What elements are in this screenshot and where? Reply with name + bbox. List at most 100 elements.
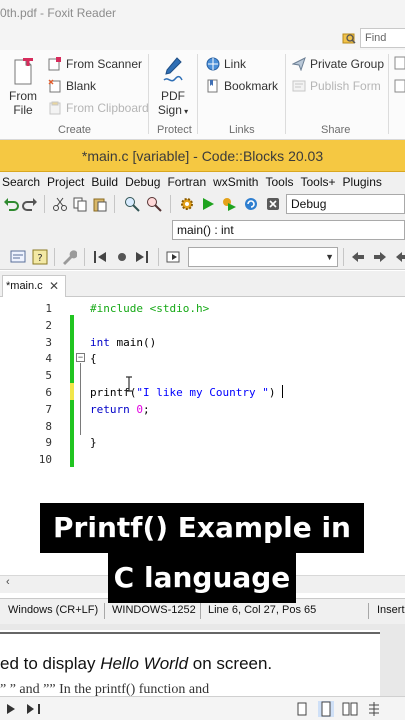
fold-toggle-icon[interactable]: − — [76, 353, 85, 362]
bookmark-dot-icon[interactable] — [114, 249, 130, 265]
tab-main-c[interactable]: *main.c ✕ — [2, 275, 66, 297]
publish-form-label: Publish Form — [310, 79, 381, 93]
copy-icon[interactable] — [72, 196, 88, 212]
pdf-sign-button[interactable]: PDF Sign ▾ — [154, 56, 192, 119]
menu-project[interactable]: Project — [45, 172, 89, 192]
find-icon[interactable] — [124, 196, 140, 212]
menu-tools-plus[interactable]: Tools+ — [299, 172, 341, 192]
menu-plugins[interactable]: Plugins — [341, 172, 387, 192]
paste-icon[interactable] — [92, 196, 108, 212]
private-group-label: Private Group — [310, 57, 385, 71]
undo-icon[interactable] — [3, 196, 19, 212]
redo-icon[interactable] — [22, 196, 38, 212]
find-icon[interactable] — [342, 31, 356, 45]
blank-label: Blank — [66, 79, 97, 93]
continuous-facing-view-icon[interactable] — [366, 701, 382, 717]
code-line[interactable]: { — [90, 352, 97, 365]
status-line-endings: Windows (CR+LF) — [8, 604, 99, 616]
close-icon[interactable]: ✕ — [49, 276, 59, 296]
code-line[interactable]: return 0; — [90, 403, 150, 416]
bookmark-icon — [207, 79, 218, 93]
unsaved-changes-bar — [70, 383, 74, 400]
blank-button[interactable]: Blank — [48, 79, 96, 93]
abort-icon[interactable] — [265, 196, 281, 212]
build-target-select[interactable]: Debug — [286, 194, 405, 214]
pdf-page: ed to display Hello World on screen. ” ”… — [0, 630, 380, 696]
bookmark-button[interactable]: Bookmark — [206, 79, 278, 93]
back-arrow-icon[interactable] — [350, 249, 366, 265]
status-insert-mode: Insert — [377, 604, 405, 616]
function-scope-value: main() : int — [177, 223, 234, 237]
links-group-label: Links — [229, 124, 255, 136]
menu-fortran[interactable]: Fortran — [165, 172, 211, 192]
facing-view-icon[interactable] — [342, 702, 358, 716]
from-scanner-button[interactable]: From Scanner — [48, 57, 142, 71]
menu-search[interactable]: Search — [0, 172, 45, 192]
svg-text:?: ? — [37, 253, 42, 264]
publish-form-button[interactable]: Publish Form — [292, 79, 381, 93]
from-clipboard-button[interactable]: From Clipboard — [48, 101, 149, 115]
video-caption: Printf() Example in C language — [40, 503, 364, 603]
private-group-button[interactable]: Private Group — [292, 57, 384, 71]
code-token: ; — [143, 402, 150, 416]
menu-debug[interactable]: Debug — [123, 172, 165, 192]
run-icon[interactable] — [200, 196, 216, 212]
bookmark-label: Bookmark — [224, 79, 279, 93]
pdf-viewport[interactable]: ed to display Hello World on screen. ” ”… — [0, 624, 405, 696]
symbol-search-select[interactable]: ▼ — [188, 247, 338, 267]
code-token: int — [90, 335, 110, 349]
line-number: 7 — [45, 402, 52, 416]
build-gear-icon[interactable] — [179, 196, 195, 212]
fold-line — [80, 363, 81, 435]
find-input[interactable]: Find — [360, 28, 405, 48]
line-number: 3 — [45, 335, 52, 349]
function-scope-select[interactable]: main() : int — [172, 220, 405, 240]
toolbar-separator — [84, 248, 85, 266]
from-scanner-label: From Scanner — [66, 57, 143, 71]
code-line[interactable]: #include <stdio.h> — [90, 302, 209, 315]
code-line[interactable]: int main() — [90, 336, 156, 349]
comment-icon[interactable] — [10, 249, 26, 265]
goto-icon[interactable] — [166, 249, 182, 265]
code-line[interactable]: } — [90, 436, 97, 449]
prev-bookmark-icon[interactable] — [92, 249, 108, 265]
rebuild-icon[interactable] — [243, 196, 259, 212]
main-toolbar: Debug — [0, 192, 405, 216]
next-page-icon[interactable] — [6, 703, 16, 715]
next-bookmark-icon[interactable] — [134, 249, 150, 265]
code-line[interactable]: printf("I like my Country ") — [90, 386, 275, 399]
status-separator — [368, 603, 369, 619]
from-file-label-2: File — [13, 103, 33, 117]
continuous-view-icon[interactable] — [318, 701, 334, 717]
more-tools-icon[interactable] — [394, 56, 405, 96]
caption-line-1: Printf() Example in — [40, 503, 364, 553]
line-number: 2 — [45, 318, 52, 332]
replace-icon[interactable] — [146, 196, 162, 212]
code-token: return — [90, 402, 130, 416]
jump-arrow-icon[interactable] — [394, 249, 405, 265]
link-button[interactable]: Link — [206, 57, 246, 71]
line-number: 10 — [38, 453, 52, 467]
foxit-window-title: 0th.pdf - Foxit Reader — [0, 0, 405, 26]
line-number: 9 — [45, 436, 52, 450]
menu-wxsmith[interactable]: wxSmith — [211, 172, 263, 192]
scroll-left-icon[interactable]: ‹ — [6, 576, 10, 588]
menu-build[interactable]: Build — [89, 172, 123, 192]
wrench-icon[interactable] — [61, 249, 77, 265]
from-file-button[interactable]: From File — [4, 56, 42, 117]
codeblocks-window-title: *main.c [variable] - Code::Blocks 20.03 — [0, 140, 405, 172]
ribbon-separator — [197, 54, 198, 134]
build-run-icon[interactable] — [221, 196, 237, 212]
single-page-view-icon[interactable] — [296, 702, 308, 716]
toolbar-separator — [170, 195, 171, 213]
toolbar-separator — [114, 195, 115, 213]
cut-icon[interactable] — [52, 196, 68, 212]
menu-tools[interactable]: Tools — [263, 172, 298, 192]
toolbar-separator — [54, 248, 55, 266]
last-page-icon[interactable] — [26, 703, 42, 715]
forward-arrow-icon[interactable] — [372, 249, 388, 265]
help-icon[interactable]: ? — [32, 249, 48, 265]
link-icon — [206, 57, 220, 71]
line-number: 8 — [45, 419, 52, 433]
ribbon-separator — [285, 54, 286, 134]
